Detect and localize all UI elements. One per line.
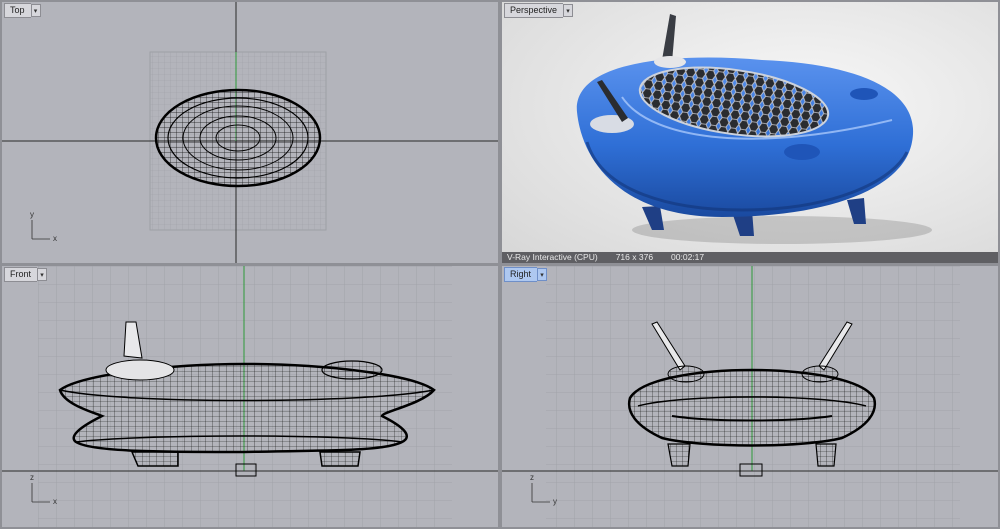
axis-label-vertical: z bbox=[530, 473, 534, 482]
chevron-down-icon[interactable]: ▾ bbox=[37, 268, 48, 281]
viewport-tab-front[interactable]: Front ▾ bbox=[4, 267, 48, 282]
viewport-tab-label[interactable]: Front bbox=[4, 267, 38, 282]
viewport-right[interactable]: Right ▾ z y bbox=[502, 266, 998, 527]
axis-label-horizontal: y bbox=[553, 497, 557, 506]
viewport-top[interactable]: Top ▾ y x bbox=[2, 2, 498, 263]
chevron-down-icon[interactable]: ▾ bbox=[563, 4, 574, 17]
axis-label-vertical: y bbox=[30, 210, 34, 219]
viewport-tab-label[interactable]: Right bbox=[504, 267, 538, 282]
top-wireframe-model bbox=[154, 88, 322, 188]
render-resolution: 716 x 376 bbox=[615, 252, 654, 262]
viewport-perspective[interactable]: Perspective ▾ V-Ray Interactive (CPU) 71… bbox=[502, 2, 998, 263]
top-axis-gizmo: y x bbox=[30, 210, 57, 243]
viewport-front[interactable]: Front ▾ z x bbox=[2, 266, 498, 527]
viewport-tab-label[interactable]: Perspective bbox=[504, 3, 564, 18]
axis-label-horizontal: x bbox=[53, 497, 57, 506]
right-view-canvas: z y bbox=[502, 266, 998, 527]
viewport-tab-right[interactable]: Right ▾ bbox=[504, 267, 548, 282]
render-status-bar: V-Ray Interactive (CPU) 716 x 376 00:02:… bbox=[502, 252, 998, 263]
chevron-down-icon[interactable]: ▾ bbox=[30, 4, 41, 17]
viewport-tab-perspective[interactable]: Perspective ▾ bbox=[504, 3, 574, 18]
render-engine: V-Ray Interactive (CPU) bbox=[507, 252, 598, 262]
render-canvas bbox=[502, 2, 998, 263]
render-elapsed: 00:02:17 bbox=[671, 252, 705, 262]
axis-label-vertical: z bbox=[30, 473, 34, 482]
rhino-workspace: Top ▾ y x Perspective ▾ V-Ray Interactiv… bbox=[0, 0, 1000, 529]
axis-label-horizontal: x bbox=[53, 234, 57, 243]
top-view-canvas: y x bbox=[2, 2, 498, 263]
viewport-tab-top[interactable]: Top ▾ bbox=[4, 3, 41, 18]
front-view-canvas: z x bbox=[2, 266, 498, 527]
chevron-down-icon[interactable]: ▾ bbox=[537, 268, 548, 281]
viewport-tab-label[interactable]: Top bbox=[4, 3, 31, 18]
